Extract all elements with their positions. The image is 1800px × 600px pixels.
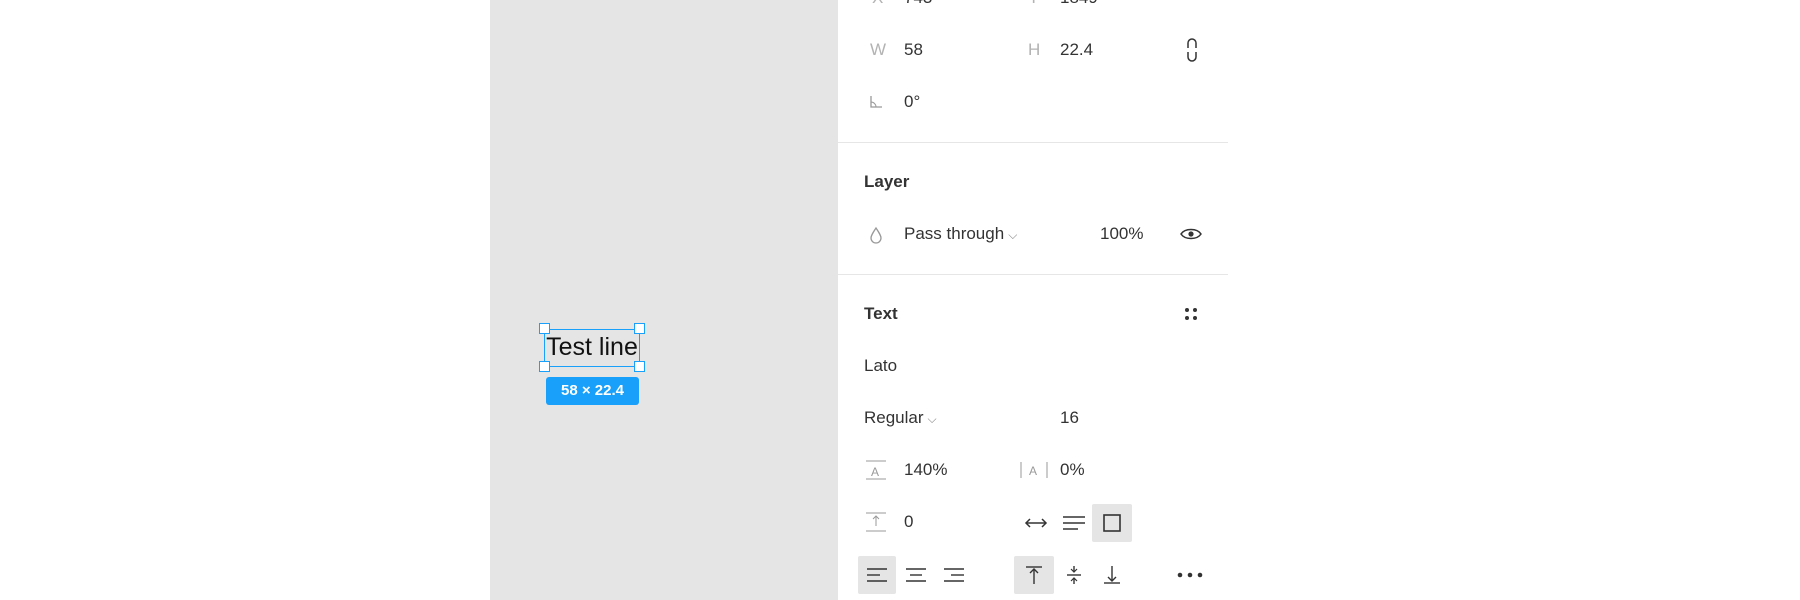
line-height-icon: A: [864, 458, 888, 482]
rotation-input[interactable]: 0°: [904, 92, 920, 112]
resize-handle-top-left[interactable]: [539, 323, 550, 334]
chevron-down-icon: ⌵: [1008, 228, 1018, 242]
align-bottom-icon[interactable]: [1094, 556, 1130, 594]
fixed-size-icon[interactable]: [1092, 504, 1132, 542]
height-label: H: [1028, 40, 1041, 59]
opacity-input[interactable]: 100%: [1100, 224, 1143, 244]
font-weight-value: Regular: [864, 408, 924, 427]
line-height-input[interactable]: 140%: [904, 460, 947, 480]
letter-spacing-icon: A: [1018, 458, 1050, 482]
design-panel: X 743 Y 1849 W 58 H 22.4 0° Layer Pass t…: [838, 0, 1228, 600]
font-size-input[interactable]: 16: [1060, 408, 1079, 428]
blend-mode-dropdown[interactable]: Pass through ⌵: [904, 224, 1017, 244]
resize-handle-bottom-left[interactable]: [539, 361, 550, 372]
auto-width-icon[interactable]: [1020, 508, 1052, 538]
x-label: X: [872, 0, 883, 8]
text-layer[interactable]: Test line: [545, 330, 639, 366]
blend-mode-icon: [866, 224, 886, 246]
x-input[interactable]: 743: [904, 0, 932, 8]
font-weight-dropdown[interactable]: Regular ⌵: [864, 408, 937, 428]
align-top-icon[interactable]: [1014, 556, 1054, 594]
y-label: Y: [1028, 0, 1039, 8]
font-family-input[interactable]: Lato: [864, 356, 897, 376]
resize-handle-bottom-right[interactable]: [634, 361, 645, 372]
width-input[interactable]: 58: [904, 40, 923, 60]
layer-section-title: Layer: [864, 172, 910, 191]
height-input[interactable]: 22.4: [1060, 40, 1093, 60]
divider: [838, 274, 1228, 275]
divider: [838, 142, 1228, 143]
chevron-down-icon: ⌵: [927, 412, 937, 426]
paragraph-spacing-icon: [864, 510, 888, 534]
text-styles-icon[interactable]: [1178, 302, 1204, 326]
text-align-center-icon[interactable]: [898, 556, 934, 594]
width-label: W: [870, 40, 887, 59]
align-middle-icon[interactable]: [1056, 556, 1092, 594]
size-badge: 58 × 22.4: [546, 377, 639, 405]
rotation-icon: [866, 92, 886, 112]
svg-text:A: A: [1029, 464, 1037, 478]
more-options-icon[interactable]: [1172, 556, 1208, 594]
text-align-right-icon[interactable]: [936, 556, 972, 594]
resize-handle-top-right[interactable]: [634, 323, 645, 334]
text-align-left-icon[interactable]: [858, 556, 896, 594]
eye-icon[interactable]: [1178, 222, 1204, 246]
constrain-proportions-icon[interactable]: [1180, 36, 1204, 64]
y-input[interactable]: 1849: [1060, 0, 1098, 8]
text-section-title: Text: [864, 304, 898, 323]
letter-spacing-input[interactable]: 0%: [1060, 460, 1085, 480]
canvas-area[interactable]: [490, 0, 838, 600]
blend-mode-value: Pass through: [904, 224, 1005, 243]
paragraph-spacing-input[interactable]: 0: [904, 512, 913, 532]
svg-text:A: A: [871, 465, 879, 479]
auto-height-icon[interactable]: [1058, 508, 1090, 538]
